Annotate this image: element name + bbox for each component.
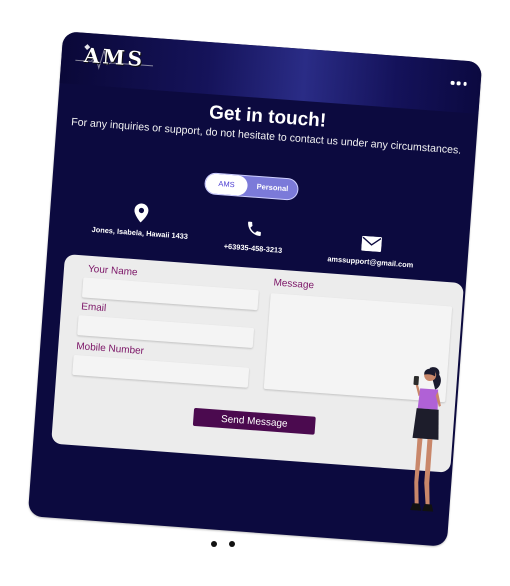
phone-text: +63935-458-3213 [223,241,283,255]
carousel-dot-2[interactable] [229,541,235,547]
ams-personal-toggle[interactable]: AMS Personal [203,172,300,201]
dot [462,81,467,86]
send-message-button[interactable]: Send Message [192,407,316,435]
envelope-icon [361,235,383,253]
dot [456,81,461,86]
contact-form: Your Name Email Mobile Number Message Se… [51,253,464,512]
toggle-option-ams[interactable]: AMS [204,173,249,197]
contact-card: AMS Get in touch! For any inquiries or s… [27,31,483,547]
mobile-label: Mobile Number [75,341,145,358]
carousel-pagination [211,541,235,549]
phone-icon [248,221,261,236]
brand-logo[interactable]: AMS [75,40,155,76]
email-text: amssupport@gmail.com [327,254,414,270]
contact-phone: +63935-458-3213 [208,217,300,257]
contact-location: Jones, Isabela, Hawaii 1433 [85,199,197,241]
location-text: Jones, Isabela, Hawaii 1433 [91,224,189,241]
email-label: Email [80,301,107,315]
message-label: Message [273,277,315,292]
location-pin-icon [134,203,149,223]
woman-illustration [410,367,441,512]
carousel-dot-1[interactable] [211,541,217,547]
name-input[interactable] [81,277,259,311]
name-label: Your Name [87,263,138,279]
toggle-option-personal[interactable]: Personal [247,176,298,200]
mobile-input[interactable] [72,354,250,388]
contact-email: amssupport@gmail.com [315,232,427,270]
page-stage: AMS Get in touch! For any inquiries or s… [0,0,510,586]
more-options-icon[interactable] [450,78,467,89]
dot [450,81,455,85]
